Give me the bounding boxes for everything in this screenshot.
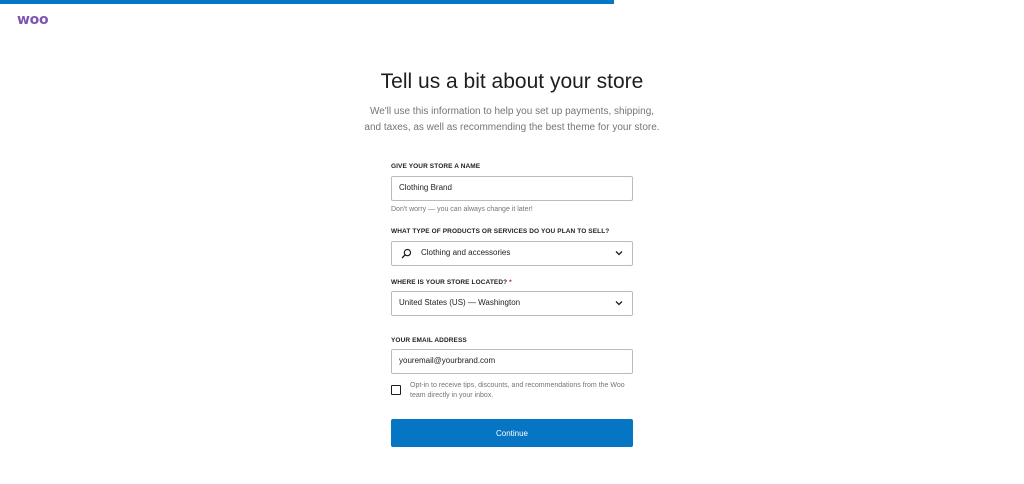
chevron-down-icon[interactable]: [615, 300, 623, 306]
store-name-label: GIVE YOUR STORE A NAME: [391, 163, 481, 170]
location-value: United States (US) — Washington: [399, 298, 521, 307]
optin-text: Opt-in to receive tips, discounts, and r…: [410, 382, 625, 399]
page-subtitle: We'll use this information to help you s…: [364, 106, 660, 133]
woo-logo[interactable]: woo: [17, 12, 49, 28]
location-label-text: WHERE IS YOUR STORE LOCATED?: [391, 279, 508, 286]
store-name-input[interactable]: Clothing Brand: [391, 176, 633, 201]
email-field[interactable]: youremail@yourbrand.com: [391, 349, 633, 374]
continue-button[interactable]: Continue: [391, 419, 633, 447]
search-icon: [401, 248, 412, 259]
optin-checkbox[interactable]: [391, 385, 401, 395]
email-label: YOUR EMAIL ADDRESS: [391, 337, 467, 344]
progress-bar-fill: [0, 0, 615, 4]
required-marker: *: [509, 279, 512, 286]
continue-button-label: Continue: [495, 428, 529, 438]
chevron-down-icon[interactable]: [615, 250, 623, 256]
progress-bar: [0, 0, 1024, 4]
products-value: Clothing and accessories: [421, 248, 511, 257]
store-name-help: Don't worry — you can always change it l…: [391, 206, 533, 213]
products-select[interactable]: Clothing and accessories: [391, 241, 633, 266]
location-select[interactable]: United States (US) — Washington: [391, 291, 633, 316]
email-value: youremail@yourbrand.com: [399, 356, 496, 365]
store-name-value: Clothing Brand: [399, 183, 452, 192]
page-title: Tell us a bit about your store: [380, 70, 644, 93]
location-label: WHERE IS YOUR STORE LOCATED? *: [391, 279, 512, 286]
products-label: WHAT TYPE OF PRODUCTS OR SERVICES DO YOU…: [391, 228, 610, 235]
